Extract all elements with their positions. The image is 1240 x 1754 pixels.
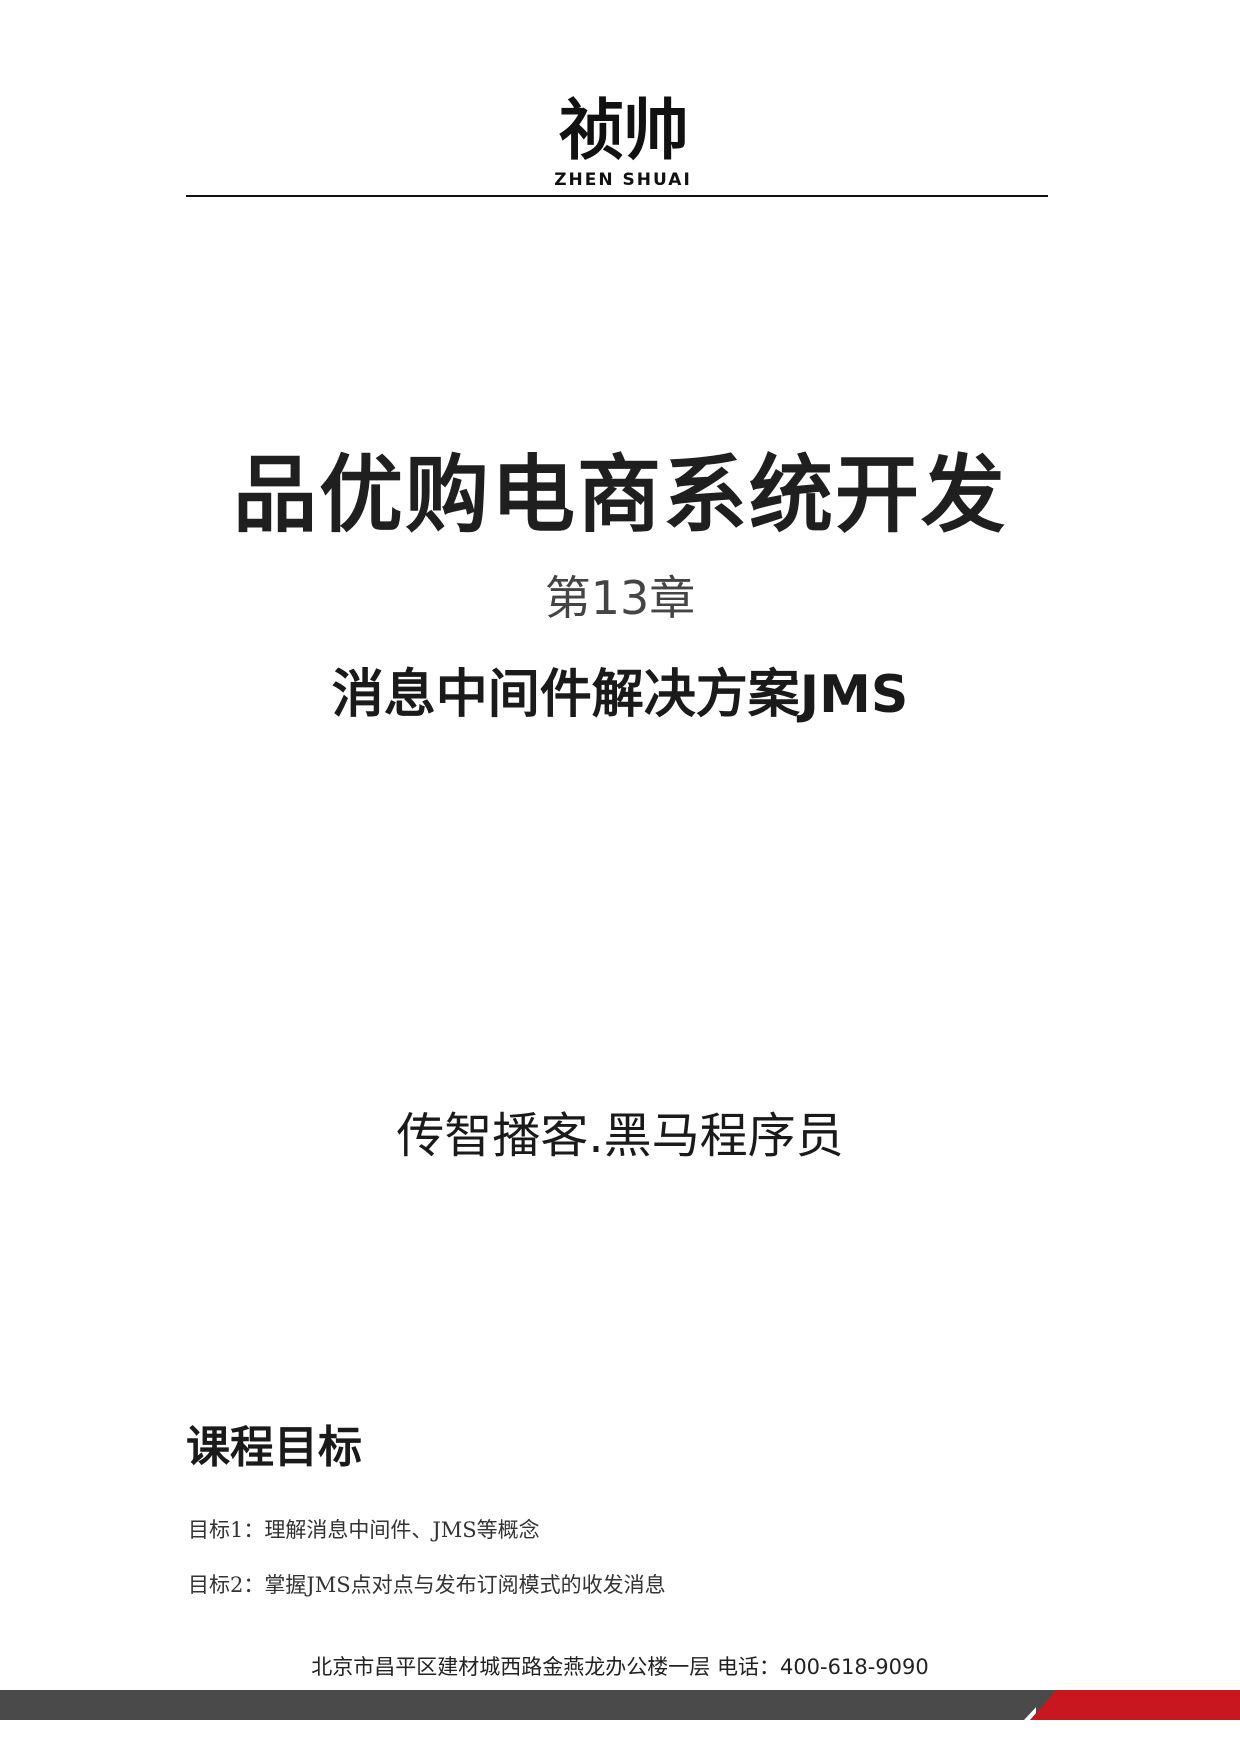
- publisher-name: 传智播客.黑马程序员: [396, 1108, 844, 1164]
- document-title: 品优购电商系统开发: [232, 446, 1007, 544]
- footer-address: 北京市昌平区建材城西路金燕龙办公楼一层 电话：400-618-9090: [311, 1655, 929, 1679]
- logo-english-text: ZHEN SHUAI: [554, 170, 692, 190]
- course-goal-item: 目标1：理解消息中间件、JMS等概念: [188, 1518, 540, 1542]
- logo: 祯帅 ZHEN SHUAI: [548, 92, 698, 190]
- chapter-subtitle: 消息中间件解决方案JMS: [331, 665, 909, 725]
- footer-accent-stripe: [1030, 1690, 1240, 1720]
- logo-chinese-text: 祯帅: [559, 92, 689, 169]
- course-goals-heading: 课程目标: [186, 1422, 362, 1473]
- chapter-number: 第13章: [544, 571, 696, 625]
- header-divider: [186, 195, 1048, 197]
- course-goal-item: 目标2：掌握JMS点对点与发布订阅模式的收发消息: [188, 1573, 666, 1597]
